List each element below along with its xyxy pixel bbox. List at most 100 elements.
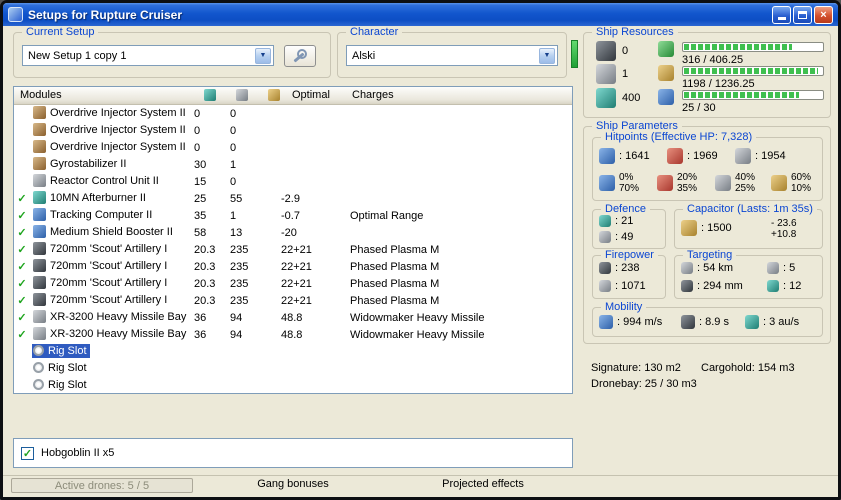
module-row[interactable]: Rig Slot [14,360,572,377]
module-optimal-value: 48.8 [281,328,303,341]
module-cpu-value: 20.3 [194,294,216,307]
module-charge-name: Widowmaker Heavy Missile [350,328,485,341]
module-optimal-value: 22+21 [281,243,312,256]
module-powergrid-value: 55 [230,192,243,205]
module-row[interactable]: Gyrostabilizer II 30 1 [14,156,572,173]
calibration-icon [596,88,616,108]
module-row[interactable]: Overdrive Injector System II 0 0 [14,122,572,139]
module-row[interactable]: ✓ 10MN Afterburner II 25 55 -2.9 [14,190,572,207]
footer-bar: Active drones: 5 / 5 Gang bonuses Projec… [3,475,838,495]
em-armor-resist: 70% [619,183,640,194]
mobility-align-time: : 8.9 s [699,316,729,328]
setup-select-value: New Setup 1 copy 1 [28,49,127,62]
mobility-speed: : 994 m/s [617,316,663,328]
module-row[interactable]: ✓ 720mm 'Scout' Artillery I 20.3 235 22+21 Ph… [14,292,572,309]
setup-tools-button[interactable] [284,45,316,67]
ship-resources-group: Ship Resources 0 1 400 316 / 406.25 1198… [583,26,831,118]
current-setup-label: Current Setup [22,26,99,38]
module-optimal-value: -2.9 [281,192,300,205]
module-row[interactable]: Overdrive Injector System II 0 0 [14,139,572,156]
module-active-check-icon: ✓ [17,312,27,324]
module-optimal-value: -0.7 [281,209,300,222]
active-drones-indicator[interactable]: Active drones: 5 / 5 [11,478,193,493]
tab-projected-effects[interactable]: Projected effects [393,478,573,490]
module-active-check-icon: ✓ [17,227,27,239]
module-active-check-icon: ✓ [17,244,27,256]
module-name: Overdrive Injector System II [50,140,186,153]
module-cpu-value: 58 [194,226,207,239]
module-row[interactable]: Rig Slot [14,343,572,360]
modules-list-header: Modules Optimal Charges [14,87,572,105]
module-row[interactable]: ✓ Medium Shield Booster II 58 13 -20 [14,224,572,241]
afterburner-icon [33,191,46,204]
thermal-resist-icon [657,175,673,191]
module-cpu-value: 15 [194,175,207,188]
scan-resolution-icon [681,280,693,292]
minimize-button[interactable] [772,5,791,24]
defence-value-2: : 49 [615,231,634,243]
tab-gang-bonuses[interactable]: Gang bonuses [203,478,383,490]
module-powergrid-value: 235 [230,260,249,273]
resource-bar-fill [684,68,818,74]
module-name: Gyrostabilizer II [50,157,127,170]
title-bar[interactable]: Setups for Rupture Cruiser × [3,3,838,26]
modules-list: Modules Optimal Charges Overdrive Inject… [13,86,573,394]
close-button[interactable]: × [814,5,833,24]
ship-parameters-group: Ship Parameters Hitpoints (Effective HP:… [583,120,831,344]
module-row[interactable]: Rig Slot [14,377,572,393]
module-cpu-value: 35 [194,209,207,222]
overdrive-injector-icon [33,106,46,119]
mobility-warp-speed: : 3 au/s [763,316,800,328]
character-select[interactable]: Alski ▼ [346,45,558,66]
hitpoints-group: Hitpoints (Effective HP: 7,328) : 1641 :… [592,131,823,201]
module-row[interactable]: ✓ 720mm 'Scout' Artillery I 20.3 235 22+21 Ph… [14,275,572,292]
dronebay-bar-text: 25 / 30 [682,102,716,114]
module-row[interactable]: ✓ 720mm 'Scout' Artillery I 20.3 235 22+21 Ph… [14,258,572,275]
module-powergrid-value: 94 [230,328,243,341]
module-list-rows: Overdrive Injector System II 0 0 Overdrive … [14,105,572,393]
rig-slot-icon [33,362,44,374]
module-powergrid-value: 13 [230,226,243,239]
module-charge-name: Phased Plasma M [350,294,440,307]
drone-checkbox[interactable]: ✓ [21,446,34,460]
app-window: Setups for Rupture Cruiser × Current Set… [0,0,841,500]
module-name: 10MN Afterburner II [50,191,146,204]
target-range-icon [681,262,693,274]
module-cpu-value: 0 [194,124,201,137]
drone-box: ✓ Hobgoblin II x5 [13,438,573,468]
resource-bar-fill [684,92,799,98]
maximize-button[interactable] [793,5,812,24]
character-status-bar [571,40,578,68]
firepower-value-1: : 238 [615,262,640,274]
shield-booster-icon [33,225,46,238]
module-row[interactable]: Overdrive Injector System II 0 0 [14,105,572,122]
reactor-control-unit-icon [33,174,46,187]
firepower-group: Firepower : 238 : 1071 [592,249,666,299]
module-row[interactable]: ✓ Tracking Computer II 35 1 -0.7 Optimal Rang… [14,207,572,224]
chevron-down-icon[interactable]: ▼ [255,47,271,64]
firepower-label: Firepower [601,249,658,261]
module-powergrid-value: 1 [230,158,237,171]
chevron-down-icon[interactable]: ▼ [539,47,555,64]
close-icon: × [820,8,827,21]
targeting-label: Targeting [683,249,737,261]
module-row[interactable]: ✓ XR-3200 Heavy Missile Bay 36 94 48.8 Widowm… [14,309,572,326]
module-row[interactable]: ✓ XR-3200 Heavy Missile Bay 36 94 48.8 Widowm… [14,326,572,343]
cpu-bar-text: 316 / 406.25 [682,54,744,66]
capacitor-amount: : 1500 [701,222,732,234]
module-charge-name: Widowmaker Heavy Missile [350,311,485,324]
setup-select[interactable]: New Setup 1 copy 1 ▼ [22,45,274,66]
module-optimal-value: 48.8 [281,311,303,324]
module-name: Rig Slot [48,378,87,391]
em-resist-icon [599,175,615,191]
module-name: Rig Slot [48,361,87,374]
charges-column-header: Charges [352,89,394,101]
warp-speed-icon [745,315,759,329]
current-setup-group: Current Setup New Setup 1 copy 1 ▼ [13,26,331,78]
window-controls: × [770,5,833,24]
module-row[interactable]: ✓ 720mm 'Scout' Artillery I 20.3 235 22+21 Ph… [14,241,572,258]
minimize-icon [777,17,786,20]
module-active-check-icon: ✓ [17,329,27,341]
shield-hp: : 1641 [619,150,650,162]
module-row[interactable]: Reactor Control Unit II 15 0 [14,173,572,190]
